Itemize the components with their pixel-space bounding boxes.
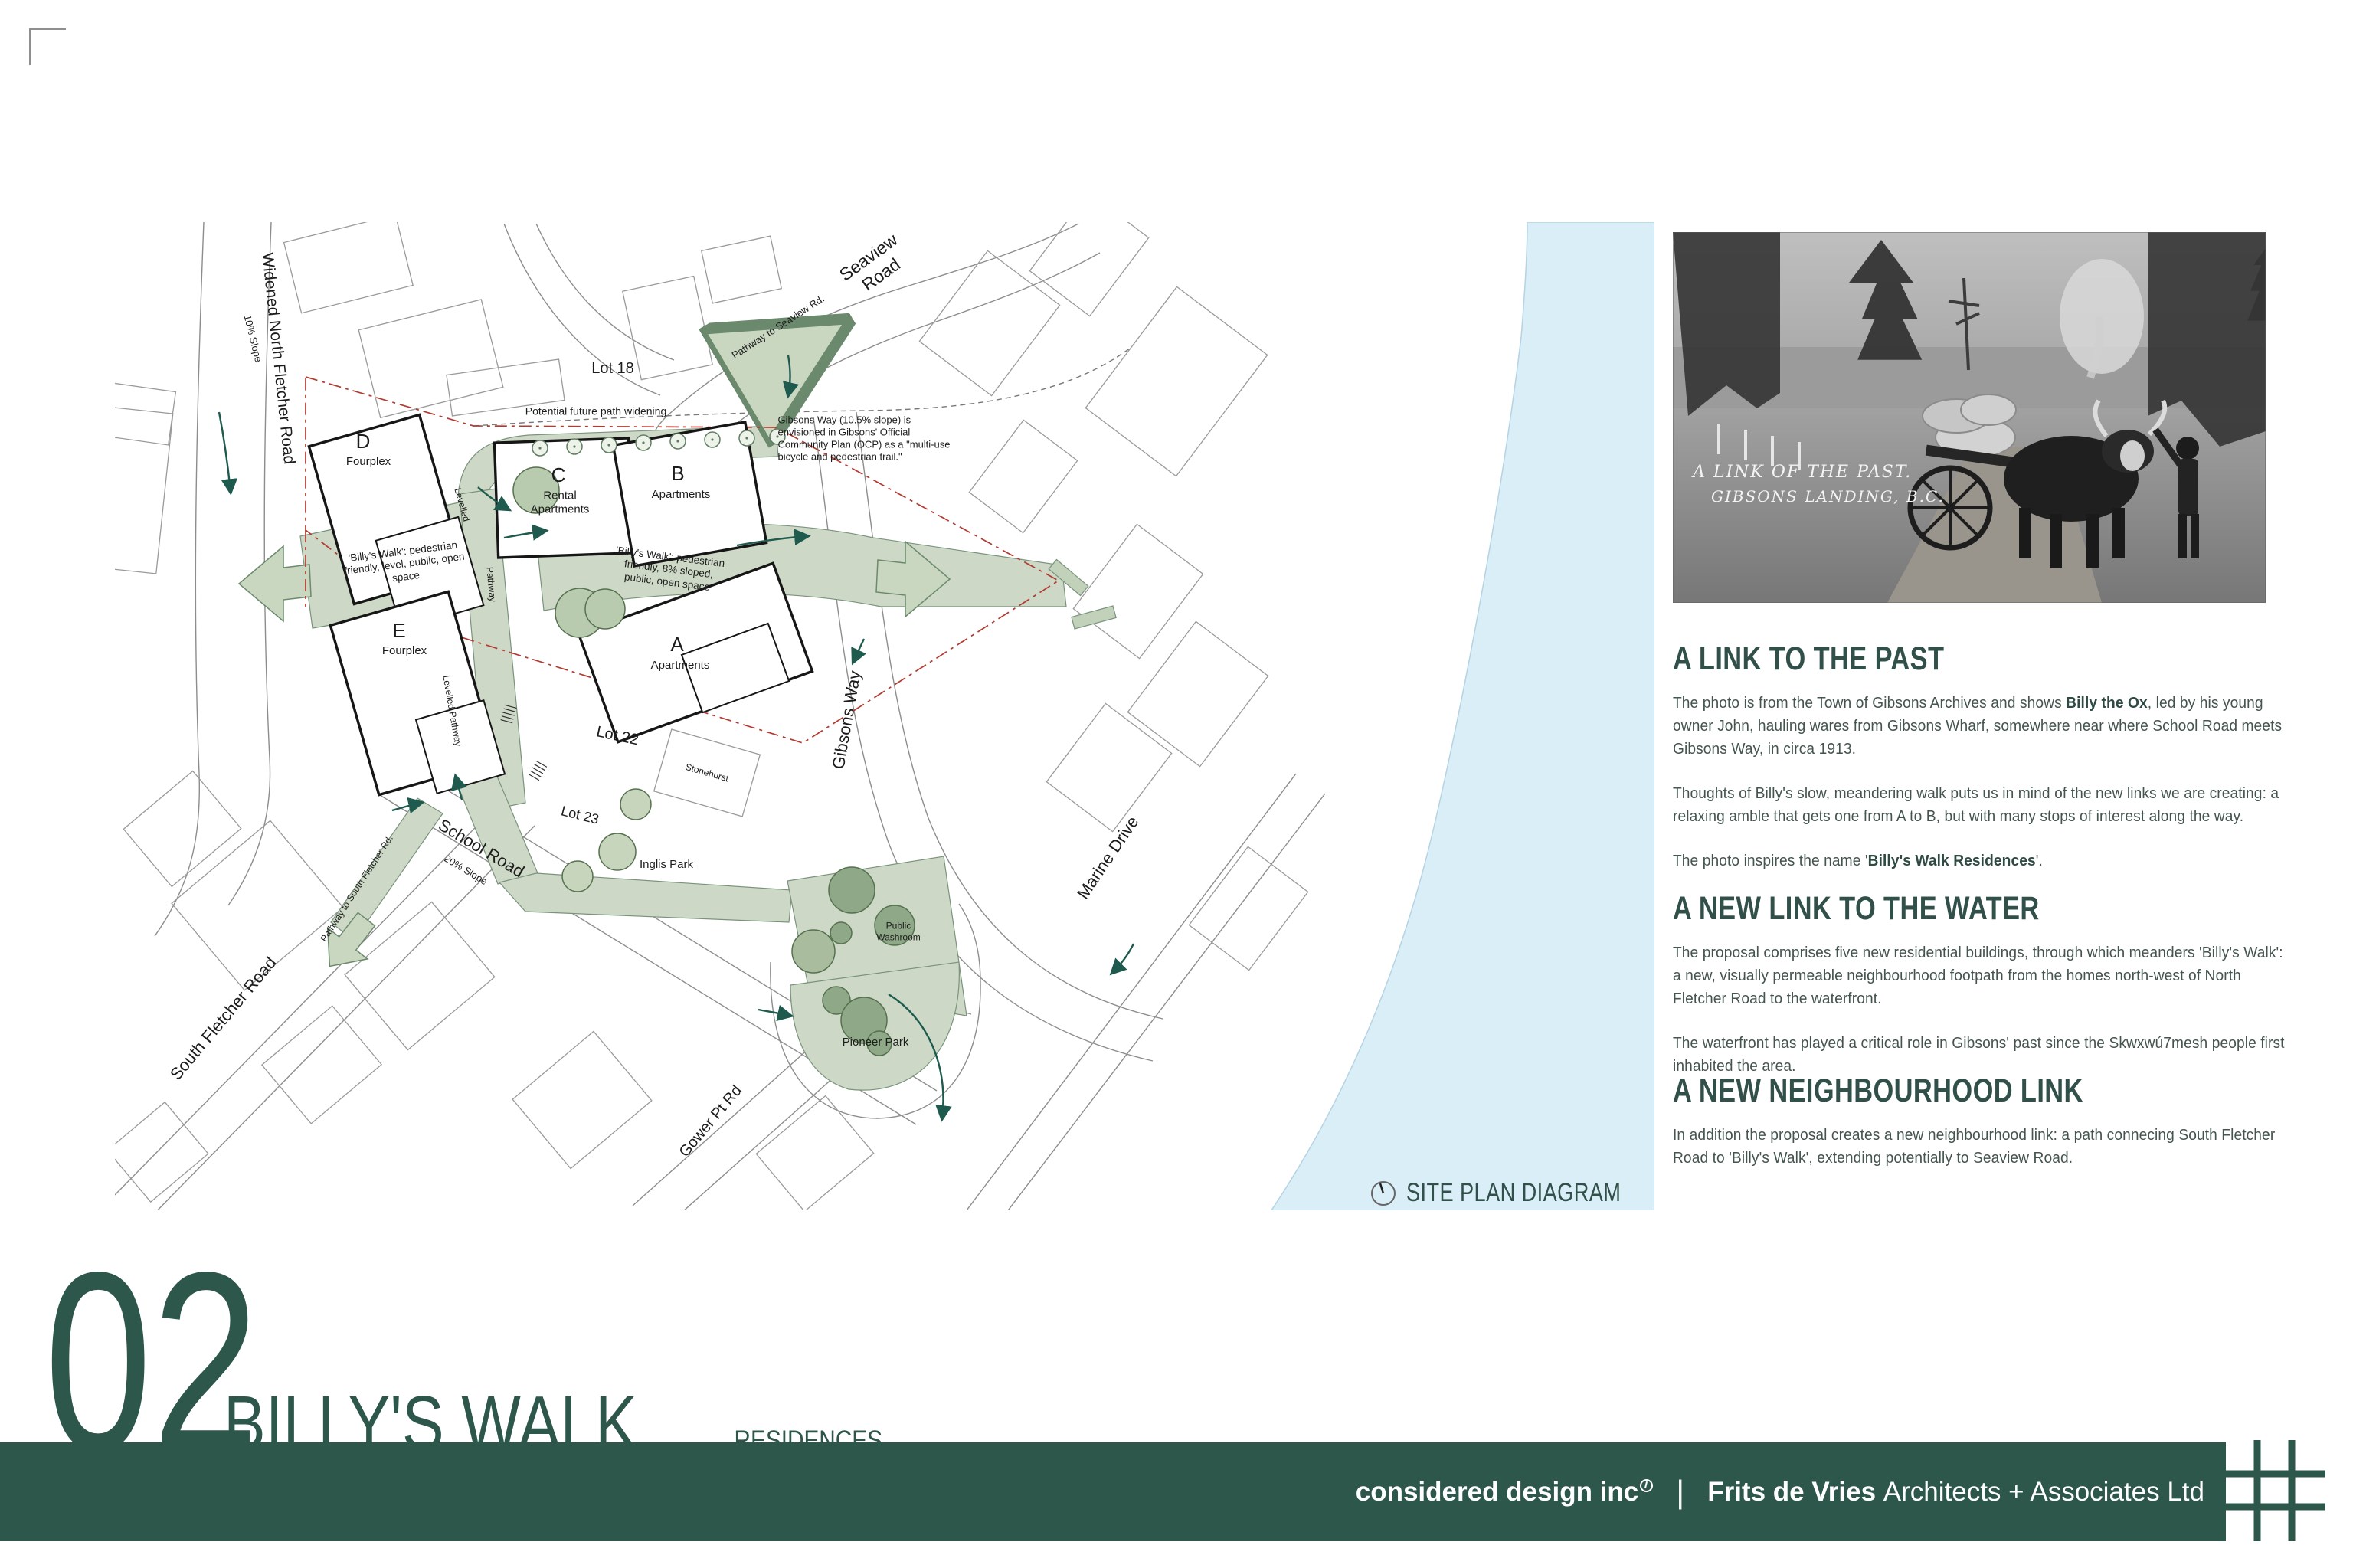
map-label-b: B bbox=[671, 462, 684, 486]
studio-trademark-icon bbox=[1640, 1479, 1653, 1492]
paragraph: In addition the proposal creates a new n… bbox=[1673, 1124, 2286, 1170]
footer-divider: | bbox=[1676, 1474, 1684, 1511]
map-label-lot-18: Lot 18 bbox=[591, 359, 634, 378]
map-label-pioneer-park: Pioneer Park bbox=[843, 1036, 909, 1049]
north-arrow-icon bbox=[1370, 1180, 1397, 1207]
paragraph: The photo is from the Town of Gibsons Ar… bbox=[1673, 692, 2286, 761]
firm-name-regular: Architects + Associates Ltd bbox=[1876, 1477, 2204, 1507]
section-heading: A NEW NEIGHBOURHOOD LINK bbox=[1673, 1072, 2286, 1110]
map-label-c: C bbox=[551, 463, 566, 488]
photo-caption-line1: A LINK OF THE PAST. bbox=[1691, 463, 1912, 482]
paragraph: The proposal comprises five new resident… bbox=[1673, 941, 2286, 1010]
map-label-potential-future-path-widening: Potential future path widening bbox=[525, 404, 666, 417]
footer-bar: considered design inc | Frits de Vries A… bbox=[0, 1442, 2226, 1541]
map-label-public-washroom: Public Washroom bbox=[876, 920, 921, 942]
map-label-apartments: Apartments bbox=[651, 659, 710, 673]
studio-name: considered design inc bbox=[1356, 1477, 1639, 1507]
map-label-e: E bbox=[392, 619, 405, 643]
road-network bbox=[115, 222, 1325, 1230]
historic-photo: A LINK OF THE PAST. GIBSONS LANDING, B.C… bbox=[1673, 232, 2266, 603]
map-label-apartments: Apartments bbox=[652, 488, 711, 502]
map-label-a: A bbox=[670, 633, 683, 657]
historic-photo-scene: A LINK OF THE PAST. GIBSONS LANDING, B.C… bbox=[1673, 232, 2266, 603]
map-label-d: D bbox=[356, 430, 371, 454]
photo-caption-line2: GIBSONS LANDING, B.C. bbox=[1711, 487, 1945, 506]
map-label-inglis-park: Inglis Park bbox=[640, 858, 693, 872]
section-link-to-past: A LINK TO THE PAST The photo is from the… bbox=[1673, 640, 2286, 894]
firm-name-bold: Frits de Vries bbox=[1707, 1477, 1876, 1507]
diagram-caption-label: SITE PLAN DIAGRAM bbox=[1406, 1178, 1674, 1208]
grid-logo-icon bbox=[2220, 1435, 2332, 1547]
section-neighbourhood-link: A NEW NEIGHBOURHOOD LINK In addition the… bbox=[1673, 1072, 2286, 1191]
section-link-to-water: A NEW LINK TO THE WATER The proposal com… bbox=[1673, 890, 2286, 1099]
map-label-gibsons-way-10-5-slope-is-envi: Gibsons Way (10.5% slope) is envisioned … bbox=[778, 414, 951, 462]
diagram-caption: SITE PLAN DIAGRAM bbox=[1370, 1178, 1674, 1208]
section-heading: A NEW LINK TO THE WATER bbox=[1673, 890, 2286, 928]
map-label-fourplex: Fourplex bbox=[382, 644, 427, 658]
paragraph: The waterfront has played a critical rol… bbox=[1673, 1032, 2286, 1078]
paragraph: Thoughts of Billy's slow, meandering wal… bbox=[1673, 782, 2286, 828]
presentation-board: { "page":{"accent":"#2d574a","heading_co… bbox=[0, 0, 2353, 1568]
section-heading: A LINK TO THE PAST bbox=[1673, 640, 2286, 678]
paragraph: The photo inspires the name 'Billy's Wal… bbox=[1673, 849, 2286, 872]
map-label-rental-apartments: Rental Apartments bbox=[531, 489, 590, 518]
water-body bbox=[1271, 222, 1654, 1210]
map-label-fourplex: Fourplex bbox=[346, 455, 391, 469]
